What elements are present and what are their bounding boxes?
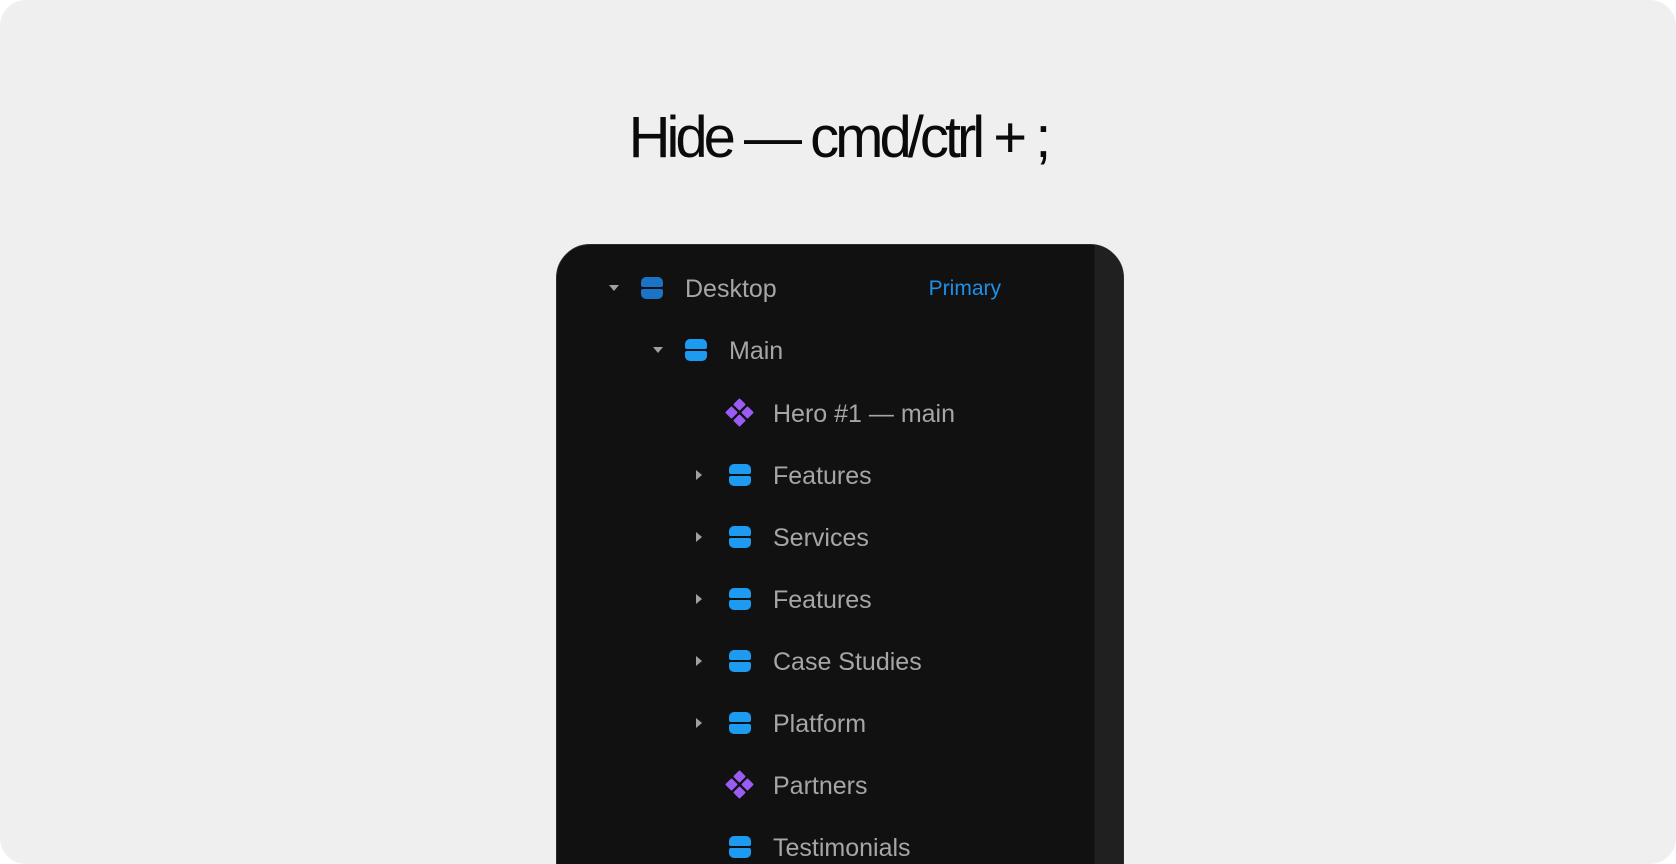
slide-card: Hide — cmd/ctrl + ; Desktop Primary Main… bbox=[0, 0, 1676, 864]
layer-row-desktop[interactable]: Desktop Primary bbox=[557, 268, 1077, 308]
layer-row-platform[interactable]: Platform bbox=[557, 703, 1077, 743]
layer-label: Features bbox=[773, 586, 872, 614]
layer-label: Case Studies bbox=[773, 648, 922, 676]
collapse-caret-icon[interactable] bbox=[696, 656, 702, 666]
collapse-caret-icon[interactable] bbox=[696, 470, 702, 480]
layer-label: Testimonials bbox=[773, 834, 911, 862]
layer-row-features[interactable]: Features bbox=[557, 455, 1077, 495]
layer-row-partners[interactable]: Partners bbox=[557, 765, 1077, 805]
layer-label: Platform bbox=[773, 710, 867, 738]
layer-row-main[interactable]: Main bbox=[557, 330, 1077, 370]
layers-panel: Desktop Primary Main Hero #1 — main Feat… bbox=[556, 244, 1124, 864]
frame-icon bbox=[685, 339, 707, 361]
layer-row-features-2[interactable]: Features bbox=[557, 579, 1077, 619]
frame-icon bbox=[641, 277, 663, 299]
layer-label-desktop: Desktop bbox=[685, 275, 777, 303]
collapse-caret-icon[interactable] bbox=[696, 718, 702, 728]
frame-icon bbox=[729, 588, 751, 610]
frame-icon bbox=[729, 464, 751, 486]
layer-label: Partners bbox=[773, 772, 868, 800]
collapse-caret-icon[interactable] bbox=[696, 532, 702, 542]
layer-row-services[interactable]: Services bbox=[557, 517, 1077, 557]
layer-row-testimonials[interactable]: Testimonials bbox=[557, 827, 1077, 864]
primary-badge: Primary bbox=[928, 277, 1001, 300]
frame-icon bbox=[729, 712, 751, 734]
expand-caret-icon[interactable] bbox=[609, 285, 619, 291]
layer-row-case-studies[interactable]: Case Studies bbox=[557, 641, 1077, 681]
frame-icon bbox=[729, 836, 751, 858]
layer-label-main: Main bbox=[729, 337, 784, 365]
component-icon bbox=[725, 770, 754, 799]
layer-row-hero[interactable]: Hero #1 — main bbox=[557, 393, 1077, 433]
frame-icon bbox=[729, 650, 751, 672]
frame-icon bbox=[729, 526, 751, 548]
layer-label: Hero #1 — main bbox=[773, 400, 956, 428]
component-icon bbox=[725, 398, 754, 427]
shortcut-headline: Hide — cmd/ctrl + ; bbox=[628, 105, 1052, 170]
expand-caret-icon[interactable] bbox=[653, 347, 663, 353]
panel-scrollbar[interactable] bbox=[1094, 245, 1123, 864]
collapse-caret-icon[interactable] bbox=[696, 594, 702, 604]
layer-label: Features bbox=[773, 462, 872, 490]
layer-label: Services bbox=[773, 524, 869, 552]
